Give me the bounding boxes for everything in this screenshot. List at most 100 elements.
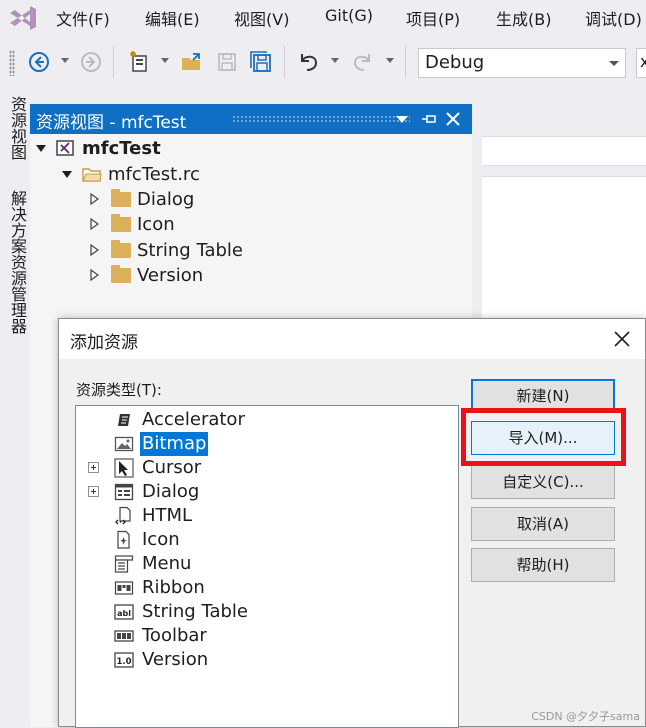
save-icon[interactable]	[214, 49, 240, 75]
side-tab-strip: 资源视图 解决方案资源管理器	[0, 90, 30, 727]
toolbar-separator	[405, 46, 406, 78]
list-item-bitmap[interactable]: Bitmap	[76, 432, 458, 456]
list-item-accelerator[interactable]: Accelerator	[76, 408, 458, 432]
tree-item-label: Icon	[137, 213, 175, 235]
chevron-down-icon	[609, 61, 619, 66]
toolbar-grip-icon[interactable]	[9, 50, 15, 76]
panel-title: 资源视图 - mfcTest	[36, 113, 187, 133]
list-item-cursor[interactable]: Cursor	[76, 456, 458, 480]
version-icon: 1.0	[114, 650, 134, 670]
tree-item-version-folder[interactable]: Version	[90, 263, 203, 287]
window-position-dropdown-icon[interactable]	[396, 116, 408, 123]
folder-icon	[111, 239, 131, 258]
list-item-version[interactable]: 1.0 Version	[76, 648, 458, 672]
folder-icon	[111, 213, 131, 232]
solution-configuration-select[interactable]: Debug	[418, 48, 626, 78]
toolbar-separator	[284, 46, 285, 78]
back-dropdown-icon[interactable]	[61, 58, 69, 63]
menu-debug[interactable]: 调试(D)	[585, 6, 642, 30]
list-item-dialog[interactable]: Dialog	[76, 480, 458, 504]
new-project-icon[interactable]	[127, 49, 153, 75]
collapsed-arrow-icon[interactable]	[90, 193, 99, 205]
tree-item-label: Dialog	[137, 188, 195, 210]
tree-item-label: Version	[137, 264, 204, 286]
visual-studio-logo-icon[interactable]	[8, 4, 38, 32]
undo-icon[interactable]	[295, 49, 321, 75]
menu-project[interactable]: 项目(P)	[406, 6, 460, 30]
new-dropdown-icon[interactable]	[161, 58, 169, 63]
menu-icon	[114, 554, 134, 574]
list-item-label: Bitmap	[140, 432, 209, 456]
menu-view[interactable]: 视图(V)	[234, 6, 289, 30]
list-item-label: Cursor	[142, 457, 202, 478]
collapsed-arrow-icon[interactable]	[90, 218, 99, 230]
string-table-icon: abl	[114, 602, 134, 622]
list-item-label: Ribbon	[142, 577, 205, 598]
pin-icon[interactable]	[420, 110, 438, 128]
navigate-back-icon[interactable]	[26, 49, 52, 75]
menu-file[interactable]: 文件(F)	[56, 6, 110, 30]
resource-type-label: 资源类型(T):	[76, 381, 162, 399]
resource-view-titlebar: 资源视图 - mfcTest	[30, 104, 472, 134]
collapsed-arrow-icon[interactable]	[90, 269, 99, 281]
list-item-string-table[interactable]: abl String Table	[76, 600, 458, 624]
title-grip	[232, 115, 410, 123]
solution-platform-select[interactable]: x	[636, 48, 646, 78]
list-item-ribbon[interactable]: Ribbon	[76, 576, 458, 600]
list-item-label: HTML	[142, 505, 193, 526]
menu-git[interactable]: Git(G)	[325, 6, 373, 25]
expanded-arrow-icon[interactable]	[62, 170, 72, 178]
open-file-icon[interactable]	[179, 49, 205, 75]
undo-dropdown-icon[interactable]	[331, 58, 339, 63]
project-icon	[56, 139, 76, 157]
tab-solution-explorer[interactable]: 解决方案资源管理器	[5, 190, 29, 334]
tree-item-label: mfcTest.rc	[108, 163, 200, 185]
tree-item-label: String Table	[137, 239, 243, 261]
tree-item-icon-folder[interactable]: Icon	[90, 212, 175, 236]
dialog-title: 添加资源	[70, 333, 138, 353]
tree-item-dialog-folder[interactable]: Dialog	[90, 187, 194, 211]
help-button[interactable]: 帮助(H)	[471, 548, 615, 582]
expand-plus-icon[interactable]	[88, 462, 99, 473]
list-item-menu[interactable]: Menu	[76, 552, 458, 576]
list-item-label: Toolbar	[142, 625, 207, 646]
watermark: CSDN @夕夕子sama	[531, 710, 640, 723]
menu-build[interactable]: 生成(B)	[496, 6, 551, 30]
bitmap-icon	[114, 434, 134, 454]
list-item-label: Dialog	[142, 481, 200, 502]
resource-type-list[interactable]: Accelerator Bitmap Cursor Dialog HTML Ic…	[75, 405, 459, 728]
toolbar-icon	[114, 626, 134, 646]
list-item-label: Icon	[142, 529, 180, 550]
list-item-icon[interactable]: Icon	[76, 528, 458, 552]
save-all-icon[interactable]	[248, 49, 274, 75]
list-item-label: Accelerator	[142, 409, 245, 430]
dialog-icon	[114, 482, 134, 502]
solution-configuration-value: Debug	[425, 52, 485, 73]
html-icon	[114, 506, 134, 526]
tree-item-project[interactable]: mfcTest	[36, 136, 161, 160]
list-item-toolbar[interactable]: Toolbar	[76, 624, 458, 648]
dialog-close-icon[interactable]	[611, 328, 633, 350]
add-resource-dialog: 添加资源 资源类型(T): Accelerator Bitmap Cursor	[58, 318, 646, 728]
dialog-titlebar: 添加资源	[59, 319, 645, 359]
menu-edit[interactable]: 编辑(E)	[145, 6, 200, 30]
close-icon[interactable]	[444, 110, 462, 128]
navigate-forward-icon[interactable]	[78, 49, 104, 75]
redo-dropdown-icon[interactable]	[386, 58, 394, 63]
folder-icon	[111, 264, 131, 283]
tree-item-rc-file[interactable]: mfcTest.rc	[62, 162, 200, 186]
accelerator-icon	[114, 410, 134, 430]
redo-icon[interactable]	[350, 49, 376, 75]
custom-button[interactable]: 自定义(C)...	[471, 465, 615, 499]
collapsed-arrow-icon[interactable]	[90, 244, 99, 256]
cursor-icon	[114, 458, 134, 478]
icon-resource-icon	[114, 530, 134, 550]
tab-resource-view[interactable]: 资源视图	[5, 96, 29, 160]
cancel-button[interactable]: 取消(A)	[471, 507, 615, 541]
list-item-label: Menu	[142, 553, 192, 574]
ribbon-icon	[114, 578, 134, 598]
expanded-arrow-icon[interactable]	[36, 144, 46, 152]
list-item-html[interactable]: HTML	[76, 504, 458, 528]
tree-item-string-table-folder[interactable]: String Table	[90, 238, 243, 262]
expand-plus-icon[interactable]	[88, 486, 99, 497]
